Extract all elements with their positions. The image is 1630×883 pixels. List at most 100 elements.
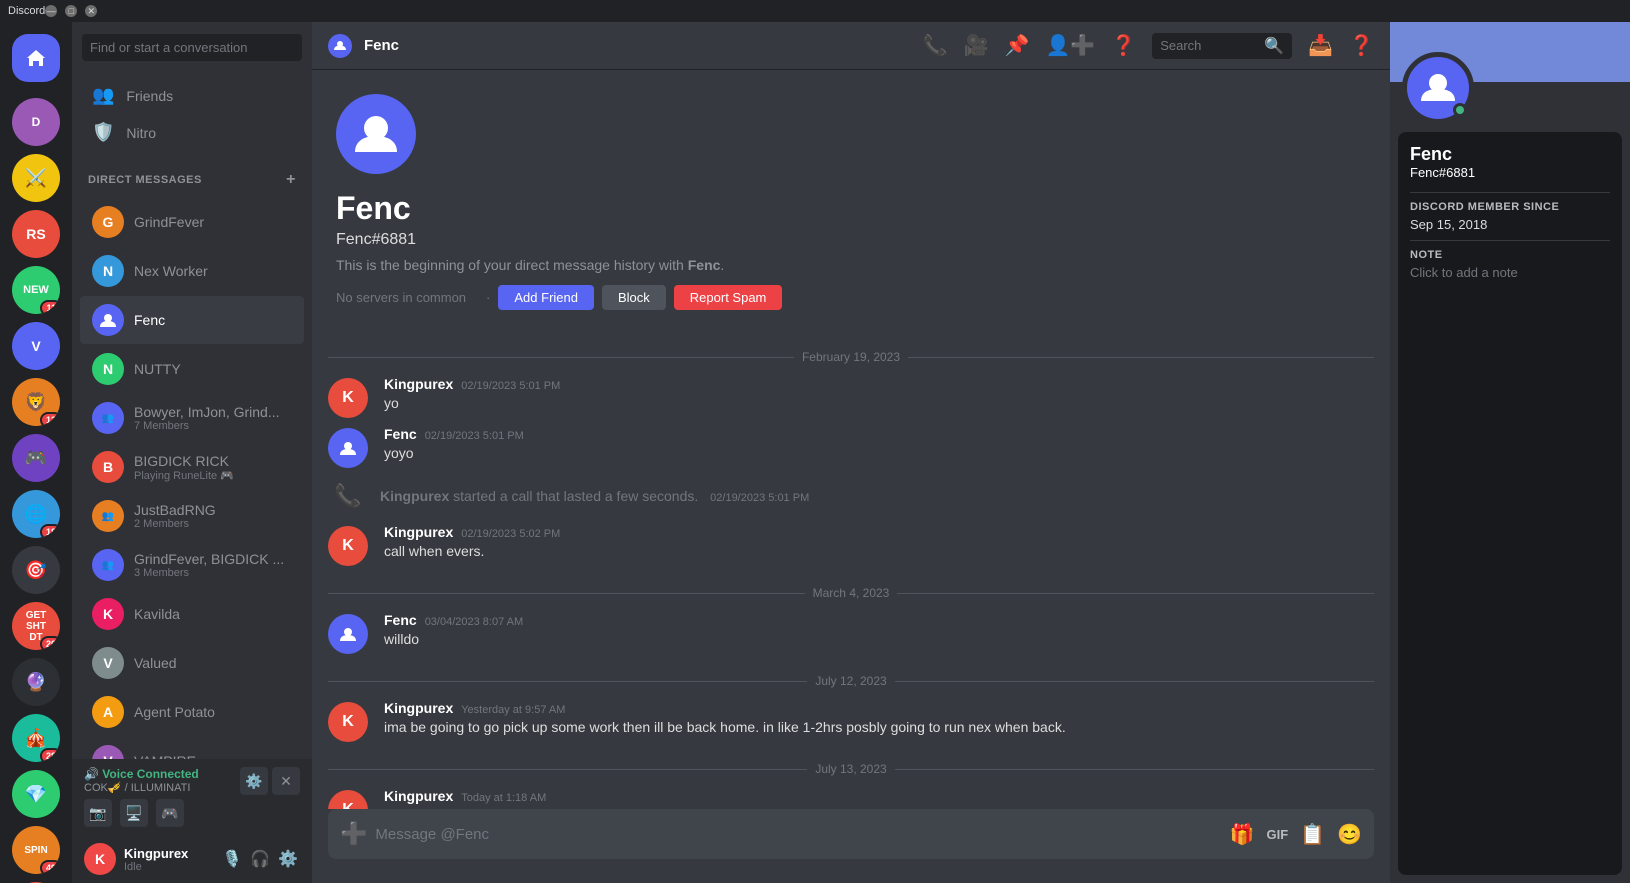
dm-search-area — [72, 22, 312, 73]
dm-item-vampire[interactable]: V VAMPIRE — [80, 737, 304, 759]
dm-item-bigdick-rick[interactable]: B BIGDICK RICK Playing RuneLite 🎮 — [80, 443, 304, 491]
server-icon[interactable]: 🎯 — [12, 546, 60, 594]
sticker-icon[interactable]: 📋 — [1300, 822, 1325, 847]
dm-item-kavilda[interactable]: K Kavilda — [80, 590, 304, 638]
note-input[interactable]: Click to add a note — [1410, 265, 1610, 280]
msg-username-6[interactable]: Kingpurex — [384, 788, 453, 804]
msg-username-2[interactable]: Fenc — [384, 426, 417, 442]
panel-avatar — [1402, 52, 1474, 124]
message-input[interactable] — [375, 814, 1221, 855]
server-icon[interactable]: NEW 11 — [12, 266, 60, 314]
dm-item-valued[interactable]: V Valued — [80, 639, 304, 687]
dm-item-justbadrng1[interactable]: 👥 JustBadRNG 2 Members — [80, 492, 304, 540]
dm-item-agent-potato[interactable]: A Agent Potato — [80, 688, 304, 736]
call-icon[interactable]: 📞 — [923, 33, 948, 58]
message-search-input[interactable] — [1160, 38, 1258, 53]
headset-button[interactable]: 🎧 — [248, 847, 272, 871]
no-servers-label: No servers in common — [336, 290, 466, 305]
msg-username-4[interactable]: Fenc — [384, 612, 417, 628]
chat-header: Fenc 📞 🎥 📌 👤➕ ❓ 🔍 📥 ❓ — [312, 22, 1390, 70]
dm-name-valued: Valued — [134, 655, 292, 671]
dm-item-grind-fever[interactable]: G GrindFever — [80, 198, 304, 246]
msg-text-4: willdo — [384, 630, 1374, 650]
dm-item-fenc[interactable]: Fenc — [80, 296, 304, 344]
voice-activity-button[interactable]: 🎮 — [156, 799, 184, 827]
dm-item-bowyer[interactable]: 👥 Bowyer, ImJon, Grind... 7 Members — [80, 394, 304, 442]
server-icon[interactable]: 💎 — [12, 770, 60, 818]
message-group-1: K Kingpurex 02/19/2023 5:01 PM yo — [312, 372, 1390, 422]
server-icon[interactable]: V — [12, 322, 60, 370]
server-icon[interactable]: 🦁 12 — [12, 378, 60, 426]
avatar-kavilda: K — [92, 598, 124, 630]
msg-text-3: call when evers. — [384, 542, 1374, 562]
minimize-button[interactable]: — — [45, 5, 57, 17]
friends-label: Friends — [126, 88, 173, 104]
msg-username-3[interactable]: Kingpurex — [384, 524, 453, 540]
msg-header-2: Fenc 02/19/2023 5:01 PM — [384, 426, 1374, 442]
maximize-button[interactable]: □ — [65, 5, 77, 17]
intro-actions: No servers in common · Add Friend Block … — [336, 285, 1366, 310]
msg-username-1[interactable]: Kingpurex — [384, 376, 453, 392]
gif-icon[interactable]: GIF — [1267, 827, 1289, 842]
gift-icon[interactable]: 🎁 — [1230, 822, 1255, 847]
sidebar-item-nitro[interactable]: 🛡️ Nitro — [80, 114, 304, 151]
voice-disconnect-button[interactable]: ✕ — [272, 767, 300, 795]
date-label-jul12: July 12, 2023 — [815, 674, 886, 688]
avatar-grind-fever: G — [92, 206, 124, 238]
voice-settings-button[interactable]: ⚙️ — [240, 767, 268, 795]
server-icon[interactable]: ⚔️ — [12, 154, 60, 202]
voice-screen-button[interactable]: 🖥️ — [120, 799, 148, 827]
block-button[interactable]: Block — [602, 285, 666, 310]
date-label-mar4: March 4, 2023 — [813, 586, 890, 600]
question-icon[interactable]: ❓ — [1349, 33, 1374, 58]
server-icon[interactable]: D — [12, 98, 60, 146]
dm-sidebar: 👥 Friends 🛡️ Nitro DIRECT MESSAGES + G G… — [72, 22, 312, 883]
msg-content-5: Kingpurex Yesterday at 9:57 AM ima be go… — [384, 700, 1374, 742]
dm-nav: 👥 Friends 🛡️ Nitro — [72, 73, 312, 155]
user-panel: K Kingpurex Idle 🎙️ 🎧 ⚙️ — [72, 835, 312, 883]
mic-button[interactable]: 🎙️ — [220, 847, 244, 871]
msg-header-4: Fenc 03/04/2023 8:07 AM — [384, 612, 1374, 628]
sidebar-item-friends[interactable]: 👥 Friends — [80, 77, 304, 114]
add-friend-button[interactable]: Add Friend — [498, 285, 594, 310]
nitro-label: Nitro — [126, 125, 156, 141]
panel-username: Fenc — [1410, 144, 1610, 165]
dm-item-nex-worker[interactable]: N Nex Worker — [80, 247, 304, 295]
discord-member-since-value: Sep 15, 2018 — [1410, 217, 1610, 232]
pin-icon[interactable]: 📌 — [1005, 33, 1030, 58]
msg-header-6: Kingpurex Today at 1:18 AM — [384, 788, 1374, 804]
dm-item-nutty[interactable]: N NUTTY — [80, 345, 304, 393]
inbox-icon[interactable]: 📥 — [1308, 33, 1333, 58]
settings-button[interactable]: ⚙️ — [276, 847, 300, 871]
msg-header-1: Kingpurex 02/19/2023 5:01 PM — [384, 376, 1374, 392]
dm-name-bowyer: Bowyer, ImJon, Grind... — [134, 404, 280, 420]
msg-header-5: Kingpurex Yesterday at 9:57 AM — [384, 700, 1374, 716]
emoji-icon[interactable]: 😊 — [1337, 822, 1362, 847]
right-panel: Fenc Fenc#6881 DISCORD MEMBER SINCE Sep … — [1390, 22, 1630, 883]
video-icon[interactable]: 🎥 — [964, 33, 989, 58]
msg-timestamp-4: 03/04/2023 8:07 AM — [425, 616, 523, 628]
server-icon[interactable]: SPIN 49 — [12, 826, 60, 874]
server-icon[interactable]: 🌐 18 — [12, 490, 60, 538]
voice-connected-bar: 🔊 Voice Connected COK🎺 / ILLUMINATI ⚙️ ✕… — [72, 759, 312, 835]
server-icon[interactable]: 🎪 28 — [12, 714, 60, 762]
report-spam-button[interactable]: Report Spam — [674, 285, 783, 310]
user-status: Idle — [124, 861, 212, 873]
add-dm-button[interactable]: + — [286, 171, 296, 189]
server-icon[interactable]: 🎮 — [12, 434, 60, 482]
server-icon[interactable]: 🔮 — [12, 658, 60, 706]
home-server-icon[interactable] — [12, 34, 60, 82]
dm-item-grind-bigdick[interactable]: 👥 GrindFever, BIGDICK ... 3 Members — [80, 541, 304, 589]
search-input[interactable] — [82, 34, 302, 61]
add-friend-icon[interactable]: 👤➕ — [1045, 33, 1095, 58]
voice-cam-button[interactable]: 📷 — [84, 799, 112, 827]
help-icon[interactable]: ❓ — [1111, 33, 1136, 58]
server-icon[interactable]: GETSHTDT 26 — [12, 602, 60, 650]
user-info: Kingpurex Idle — [124, 846, 212, 873]
server-icon[interactable]: RS — [12, 210, 60, 258]
close-button[interactable]: ✕ — [85, 5, 97, 17]
msg-username-5[interactable]: Kingpurex — [384, 700, 453, 716]
attachment-button[interactable]: ➕ — [340, 809, 367, 859]
direct-messages-label: DIRECT MESSAGES — [88, 174, 202, 186]
intro-description: This is the beginning of your direct mes… — [336, 257, 1366, 273]
